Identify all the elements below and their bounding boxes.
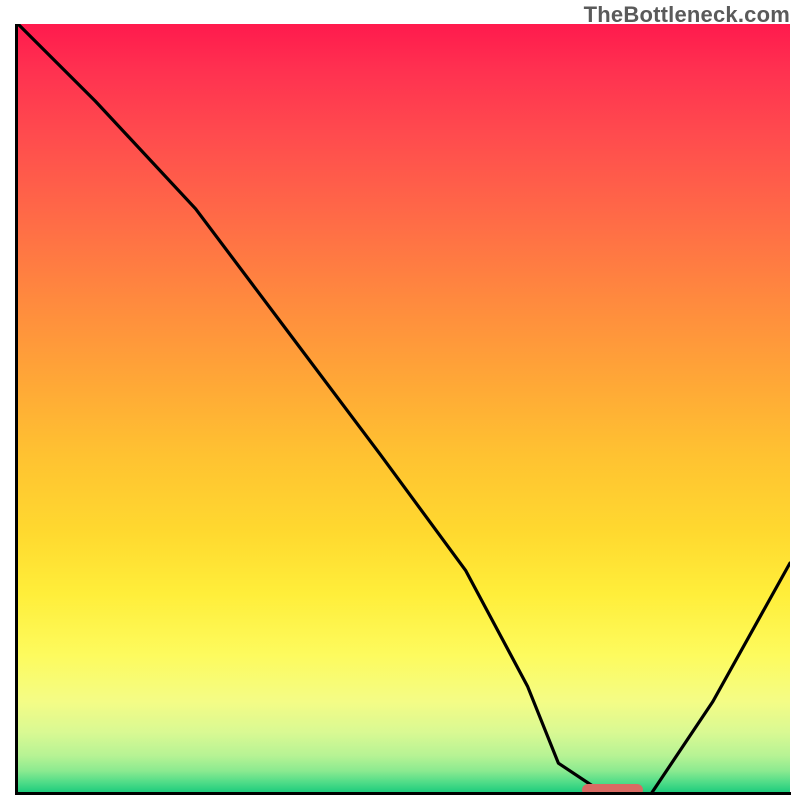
watermark-label: TheBottleneck.com xyxy=(584,2,790,28)
bottleneck-curve xyxy=(18,24,790,794)
y-axis-line xyxy=(15,24,18,795)
x-axis-line xyxy=(15,792,791,795)
chart-container: TheBottleneck.com xyxy=(0,0,800,800)
plot-area xyxy=(18,24,790,794)
